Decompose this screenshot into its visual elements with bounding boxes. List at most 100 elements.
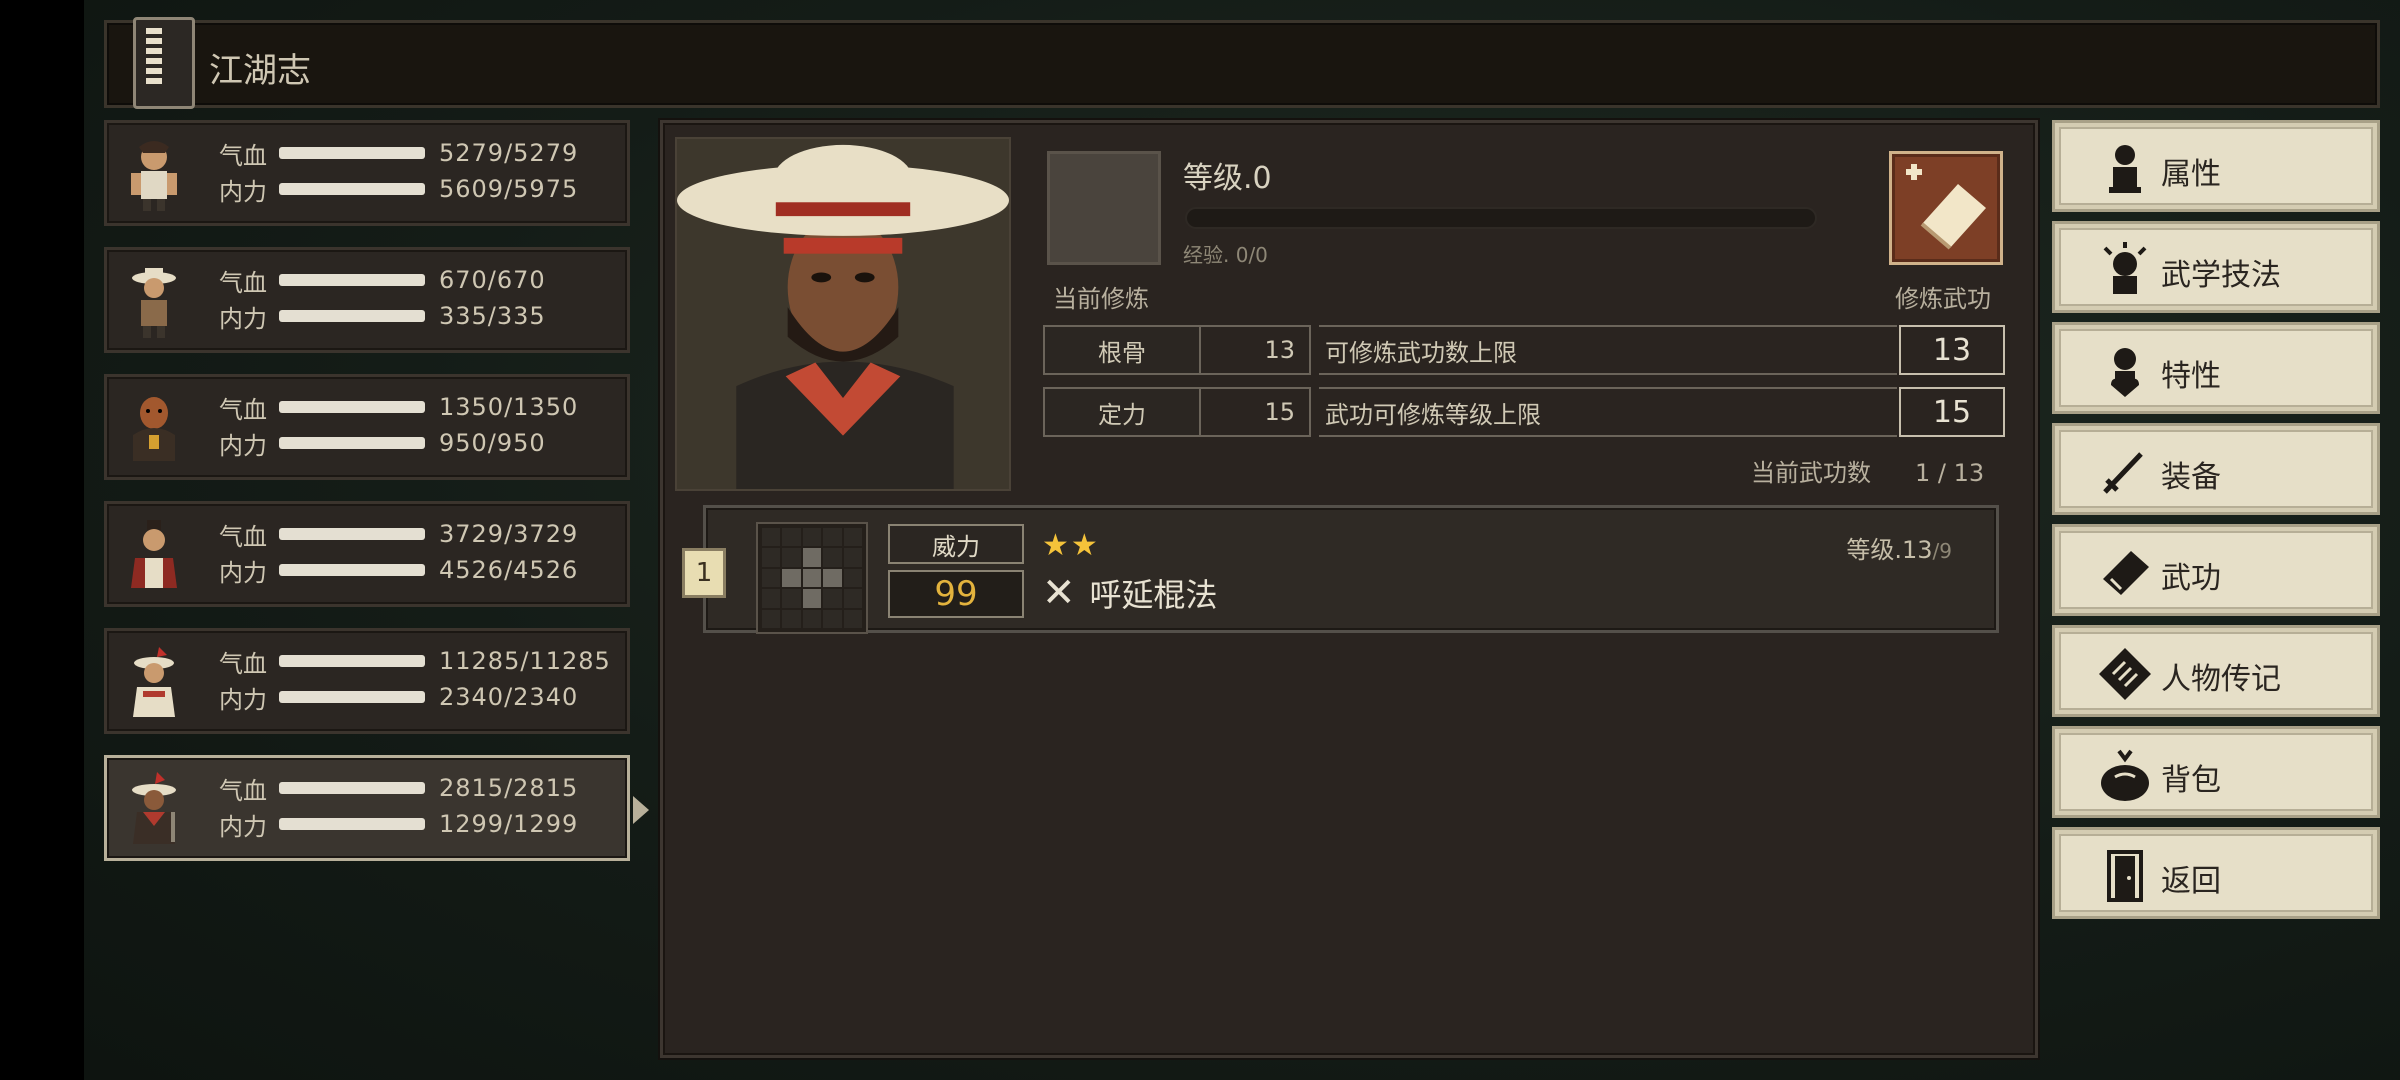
mp-bar xyxy=(279,183,425,195)
mp-label: 内力 xyxy=(219,812,267,841)
menu-label: 返回 xyxy=(2161,864,2221,899)
hp-value: 670/670 xyxy=(439,266,546,294)
menu-label: 背包 xyxy=(2161,763,2221,798)
party-member-6[interactable]: 气血 2815/2815 内力 1299/1299 xyxy=(104,755,649,861)
skill-level: 等级.13/9 xyxy=(1846,530,1952,565)
menu-biography-button[interactable]: 人物传记 xyxy=(2052,625,2380,717)
hp-value: 5279/5279 xyxy=(439,139,579,167)
attribute-name: 根骨 xyxy=(1043,325,1201,375)
hp-value: 11285/11285 xyxy=(439,647,611,675)
menu-equipment-button[interactable]: 装备 xyxy=(2052,423,2380,515)
hp-value: 1350/1350 xyxy=(439,393,579,421)
mp-value: 1299/1299 xyxy=(439,810,579,838)
current-training-label: 当前修炼 xyxy=(1053,285,1149,313)
menu-attributes-button[interactable]: 属性 xyxy=(2052,120,2380,212)
skill-name: 呼延棍法 xyxy=(1089,576,1218,614)
power-value: 99 xyxy=(888,570,1024,618)
skill-index-badge: 1 xyxy=(682,548,726,598)
party-member-5[interactable]: 气血 11285/11285 内力 2340/2340 xyxy=(104,628,630,734)
character-portrait xyxy=(675,137,1011,491)
menu-label: 武功 xyxy=(2161,561,2221,596)
skill-card[interactable]: 1 威力 99 ★★ ✕ 呼延棍法 等级.13/9 xyxy=(682,505,1999,634)
attribute-description: 可修炼武功数上限 xyxy=(1319,325,1897,375)
person-icon xyxy=(2109,145,2141,193)
party-list: 气血 5279/5279 内力 5609/5975 气血 670/670 内力 335/… xyxy=(104,120,649,882)
party-member-3[interactable]: 气血 1350/1350 内力 950/950 xyxy=(104,374,630,480)
hp-bar xyxy=(279,147,425,159)
attribute-cap: 15 xyxy=(1899,387,2005,437)
mp-bar xyxy=(279,691,425,703)
xp-value: 经验. 0/0 xyxy=(1183,243,1268,267)
train-martial-arts-button[interactable] xyxy=(1889,151,2003,265)
character-avatar xyxy=(132,772,176,844)
sword-icon xyxy=(2103,452,2143,494)
hp-label: 气血 xyxy=(219,395,267,424)
martial-arts-panel: 当前修炼 等级.0 经验. 0/0 修炼武功 根骨 13 可修炼武功数上限 13… xyxy=(660,120,2038,1058)
skill-name-row: ✕ 呼延棍法 xyxy=(1042,570,1218,616)
mp-value: 950/950 xyxy=(439,429,546,457)
menu-label: 属性 xyxy=(2161,157,2221,192)
hp-bar xyxy=(279,528,425,540)
hp-label: 气血 xyxy=(219,649,267,678)
skill-level-current: 等级.13 xyxy=(1846,536,1933,564)
attribute-cap: 13 xyxy=(1899,325,2005,375)
attribute-value: 13 xyxy=(1201,325,1311,375)
mp-value: 4526/4526 xyxy=(439,556,579,584)
power-label: 威力 xyxy=(888,524,1024,564)
menu-techniques-button[interactable]: 武学技法 xyxy=(2052,221,2380,313)
menu-label: 人物传记 xyxy=(2161,662,2281,697)
menu-label: 装备 xyxy=(2161,460,2221,495)
hp-label: 气血 xyxy=(219,522,267,551)
hp-label: 气血 xyxy=(219,776,267,805)
mp-bar xyxy=(279,437,425,449)
training-level: 等级.0 xyxy=(1183,161,1272,196)
hp-label: 气血 xyxy=(219,268,267,297)
mp-bar xyxy=(279,310,425,322)
side-menu: 属性 武学技法 特性 装备 武功 人物传记 背包 返回 xyxy=(2052,120,2380,928)
attribute-value: 15 xyxy=(1201,387,1311,437)
hp-value: 2815/2815 xyxy=(439,774,579,802)
manual-book-icon xyxy=(2103,551,2149,595)
party-member-4[interactable]: 气血 3729/3729 内力 4526/4526 xyxy=(104,501,630,607)
title-bar: 江湖志 xyxy=(104,17,2380,109)
party-member-2[interactable]: 气血 670/670 内力 335/335 xyxy=(104,247,630,353)
attribute-name: 定力 xyxy=(1043,387,1201,437)
skill-stars: ★★ xyxy=(1042,528,1100,563)
skill-pattern-grid xyxy=(756,522,868,634)
menu-martial-arts-button[interactable]: 武功 xyxy=(2052,524,2380,616)
mp-bar xyxy=(279,564,425,576)
mp-label: 内力 xyxy=(219,177,267,206)
menu-traits-button[interactable]: 特性 xyxy=(2052,322,2380,414)
hp-bar xyxy=(279,274,425,286)
xp-bar xyxy=(1185,207,1817,229)
current-training-slot[interactable] xyxy=(1047,151,1161,265)
menu-bag-button[interactable]: 背包 xyxy=(2052,726,2380,818)
character-avatar xyxy=(132,268,176,338)
attribute-row-focus: 定力 15 武功可修炼等级上限 15 xyxy=(1043,387,2005,437)
bag-icon xyxy=(2101,749,2149,801)
martial-count-label: 当前武功数 xyxy=(1751,459,1871,487)
mp-value: 5609/5975 xyxy=(439,175,579,203)
menu-label: 特性 xyxy=(2161,359,2221,394)
mp-label: 内力 xyxy=(219,431,267,460)
menu-return-button[interactable]: 返回 xyxy=(2052,827,2380,919)
train-martial-arts-label: 修炼武功 xyxy=(1895,285,1991,313)
door-icon xyxy=(2107,850,2143,902)
mp-label: 内力 xyxy=(219,304,267,333)
martial-count: 当前武功数 1 / 13 xyxy=(1751,453,1984,488)
scroll-book-icon xyxy=(133,17,195,109)
character-avatar xyxy=(133,397,175,461)
attribute-row-bone: 根骨 13 可修炼武功数上限 13 xyxy=(1043,325,2005,375)
hp-value: 3729/3729 xyxy=(439,520,579,548)
character-avatar xyxy=(133,647,175,717)
mp-label: 内力 xyxy=(219,558,267,587)
character-avatar xyxy=(131,520,177,588)
party-member-1[interactable]: 气血 5279/5279 内力 5609/5975 xyxy=(104,120,630,226)
mp-label: 内力 xyxy=(219,685,267,714)
martial-count-value: 1 / 13 xyxy=(1915,459,1985,487)
biography-icon xyxy=(2099,648,2151,700)
attribute-description: 武功可修炼等级上限 xyxy=(1319,387,1897,437)
mp-value: 335/335 xyxy=(439,302,546,330)
crossed-staff-icon: ✕ xyxy=(1042,570,1076,616)
spark-person-icon xyxy=(2103,242,2147,294)
